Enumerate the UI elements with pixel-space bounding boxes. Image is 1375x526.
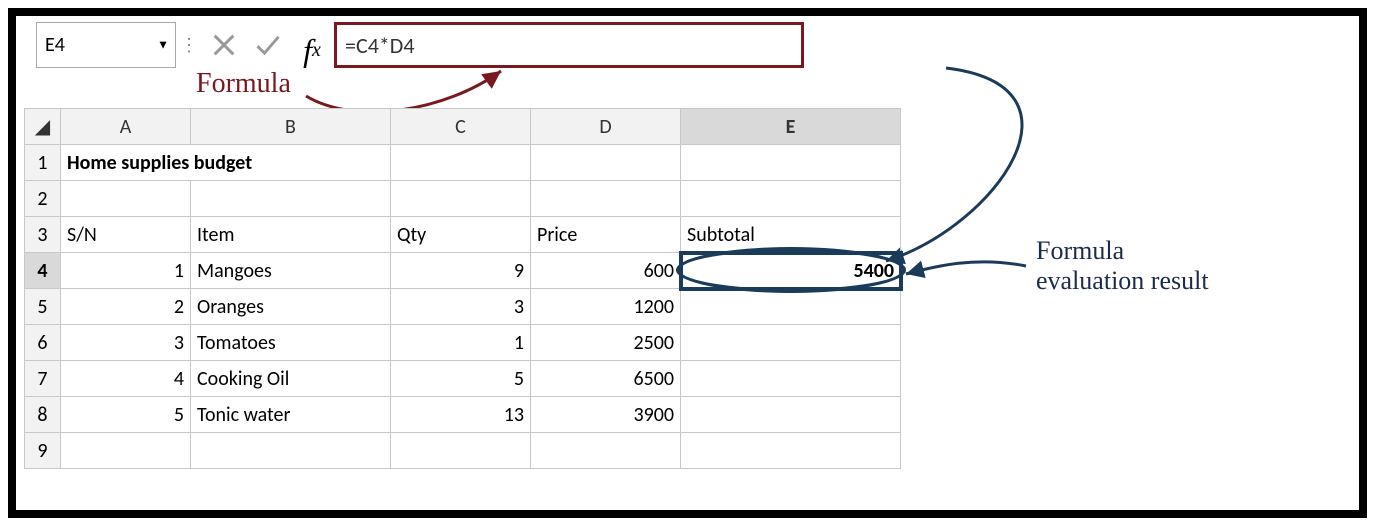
cell[interactable]: 13 xyxy=(391,397,531,433)
row-header[interactable]: 7 xyxy=(25,361,61,397)
formula-text: =C4*D4 xyxy=(345,32,414,59)
col-header-A[interactable]: A xyxy=(61,109,191,145)
row-header[interactable]: 5 xyxy=(25,289,61,325)
cell[interactable] xyxy=(681,145,901,181)
row-header[interactable]: 9 xyxy=(25,433,61,469)
cell[interactable]: 1200 xyxy=(531,289,681,325)
enter-icon[interactable] xyxy=(246,22,290,68)
table-row: 7 4 Cooking Oil 5 6500 xyxy=(25,361,901,397)
cell[interactable]: 5 xyxy=(391,361,531,397)
cell[interactable] xyxy=(61,433,191,469)
cell-header-subtotal[interactable]: Subtotal xyxy=(681,217,901,253)
annotation-formula-label: Formula xyxy=(196,68,291,100)
cell[interactable] xyxy=(391,433,531,469)
table-row: 9 xyxy=(25,433,901,469)
col-header-B[interactable]: B xyxy=(191,109,391,145)
table-row: 2 xyxy=(25,181,901,217)
cell[interactable] xyxy=(681,181,901,217)
row-header[interactable]: 8 xyxy=(25,397,61,433)
cell[interactable]: 600 xyxy=(531,253,681,289)
cell[interactable]: 4 xyxy=(61,361,191,397)
name-box-value: E4 xyxy=(45,33,65,57)
table-row: 5 2 Oranges 3 1200 xyxy=(25,289,901,325)
cell[interactable]: Mangoes xyxy=(191,253,391,289)
cell[interactable]: 2500 xyxy=(531,325,681,361)
cell[interactable]: 3 xyxy=(391,289,531,325)
dropdown-icon[interactable]: ▼ xyxy=(157,38,169,53)
cell[interactable]: 2 xyxy=(61,289,191,325)
cell[interactable]: 3 xyxy=(61,325,191,361)
cell[interactable]: 5 xyxy=(61,397,191,433)
table-row: 3 S/N Item Qty Price Subtotal xyxy=(25,217,901,253)
cell[interactable] xyxy=(531,145,681,181)
cell[interactable]: Cooking Oil xyxy=(191,361,391,397)
cell[interactable] xyxy=(681,433,901,469)
cancel-icon[interactable] xyxy=(202,22,246,68)
cell-header-sn[interactable]: S/N xyxy=(61,217,191,253)
fx-button[interactable]: fx xyxy=(290,22,334,68)
expand-button[interactable]: ⋮ xyxy=(176,22,202,68)
cell[interactable] xyxy=(681,397,901,433)
table-row: 8 5 Tonic water 13 3900 xyxy=(25,397,901,433)
cell[interactable]: Tonic water xyxy=(191,397,391,433)
cell[interactable] xyxy=(61,181,191,217)
cell[interactable] xyxy=(681,325,901,361)
spreadsheet-grid[interactable]: ◢ A B C D E 1 Home supplies budget 2 xyxy=(24,108,1339,469)
cell[interactable] xyxy=(391,145,531,181)
cell-header-qty[interactable]: Qty xyxy=(391,217,531,253)
select-all-corner[interactable]: ◢ xyxy=(25,109,61,145)
formula-bar: E4 ▼ ⋮ fx =C4*D4 xyxy=(36,22,1339,68)
cell-header-item[interactable]: Item xyxy=(191,217,391,253)
row-header[interactable]: 4 xyxy=(25,253,61,289)
table-row: 6 3 Tomatoes 1 2500 xyxy=(25,325,901,361)
cell[interactable]: 9 xyxy=(391,253,531,289)
sheet-title[interactable]: Home supplies budget xyxy=(61,145,391,181)
col-header-D[interactable]: D xyxy=(531,109,681,145)
cell[interactable]: 6500 xyxy=(531,361,681,397)
col-header-C[interactable]: C xyxy=(391,109,531,145)
cell[interactable] xyxy=(191,181,391,217)
row-header[interactable]: 1 xyxy=(25,145,61,181)
row-header[interactable]: 2 xyxy=(25,181,61,217)
cell-selected[interactable]: 5400 xyxy=(681,253,901,289)
cell[interactable]: Oranges xyxy=(191,289,391,325)
cell-header-price[interactable]: Price xyxy=(531,217,681,253)
name-box[interactable]: E4 ▼ xyxy=(36,22,176,68)
cell[interactable] xyxy=(391,181,531,217)
cell[interactable]: 3900 xyxy=(531,397,681,433)
cell-selected-value: 5400 xyxy=(853,259,894,283)
cell[interactable]: 1 xyxy=(391,325,531,361)
table-row: 1 Home supplies budget xyxy=(25,145,901,181)
cell[interactable]: 1 xyxy=(61,253,191,289)
formula-input[interactable]: =C4*D4 xyxy=(334,22,804,68)
row-header[interactable]: 6 xyxy=(25,325,61,361)
cell[interactable] xyxy=(681,289,901,325)
cell[interactable]: Tomatoes xyxy=(191,325,391,361)
cell[interactable] xyxy=(681,361,901,397)
cell[interactable] xyxy=(531,181,681,217)
excel-window: E4 ▼ ⋮ fx =C4*D4 Formula Formula evaluat… xyxy=(8,8,1367,518)
row-header[interactable]: 3 xyxy=(25,217,61,253)
cell[interactable] xyxy=(531,433,681,469)
col-header-E[interactable]: E xyxy=(681,109,901,145)
table-row: 4 1 Mangoes 9 600 5400 xyxy=(25,253,901,289)
cell[interactable] xyxy=(191,433,391,469)
